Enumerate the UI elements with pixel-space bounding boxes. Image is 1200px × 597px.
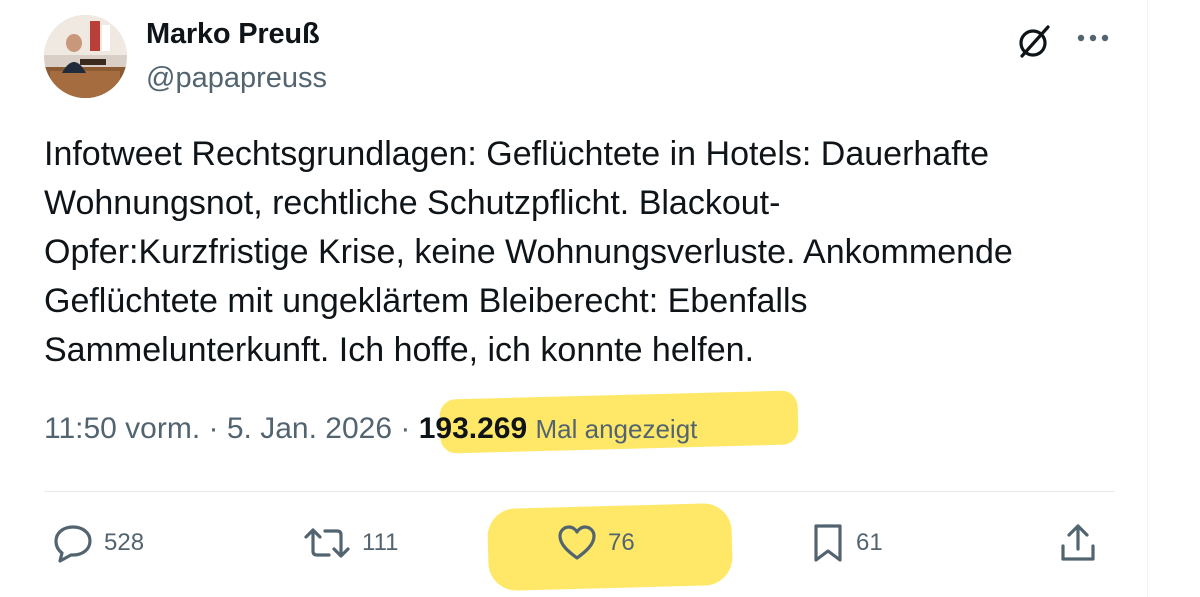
tweet: Marko Preuß @papapreuss Infotweet Rechts… bbox=[0, 0, 1200, 597]
reply-button[interactable]: 528 bbox=[52, 520, 144, 566]
bookmark-button[interactable]: 61 bbox=[810, 520, 883, 566]
divider bbox=[44, 491, 1114, 492]
bookmark-icon bbox=[814, 524, 842, 562]
avatar-image bbox=[44, 15, 127, 98]
like-icon bbox=[558, 525, 596, 560]
avatar[interactable] bbox=[44, 15, 127, 98]
tweet-time[interactable]: 11:50 vorm. bbox=[44, 412, 200, 445]
repost-button[interactable]: 111 bbox=[302, 520, 398, 566]
author-handle[interactable]: @papapreuss bbox=[146, 62, 327, 95]
reply-count: 528 bbox=[104, 529, 145, 556]
like-count: 76 bbox=[608, 529, 635, 556]
share-icon bbox=[1061, 524, 1095, 561]
adjacent-panel-edge bbox=[1147, 0, 1200, 597]
repost-icon bbox=[304, 528, 350, 558]
meta-separator: · bbox=[400, 412, 411, 445]
share-button[interactable] bbox=[1058, 520, 1098, 566]
more-icon[interactable] bbox=[1074, 26, 1114, 50]
repost-count: 111 bbox=[362, 529, 399, 556]
views-label: Mal angezeigt bbox=[535, 414, 698, 444]
like-button[interactable]: 76 bbox=[556, 520, 635, 566]
views-count[interactable]: 193.269 bbox=[419, 412, 527, 445]
tweet-date[interactable]: 5. Jan. 2026 bbox=[227, 412, 392, 445]
tweet-text: Infotweet Rechtsgrundlagen: Geflüchtete … bbox=[44, 135, 1013, 369]
meta-separator: · bbox=[208, 412, 219, 445]
grok-icon[interactable] bbox=[1015, 22, 1053, 60]
bookmark-count: 61 bbox=[856, 529, 883, 556]
author-name[interactable]: Marko Preuß bbox=[146, 18, 320, 51]
tweet-meta: 11:50 vorm. · 5. Jan. 2026 · 193.269 Mal… bbox=[44, 412, 697, 446]
reply-icon bbox=[54, 525, 92, 563]
